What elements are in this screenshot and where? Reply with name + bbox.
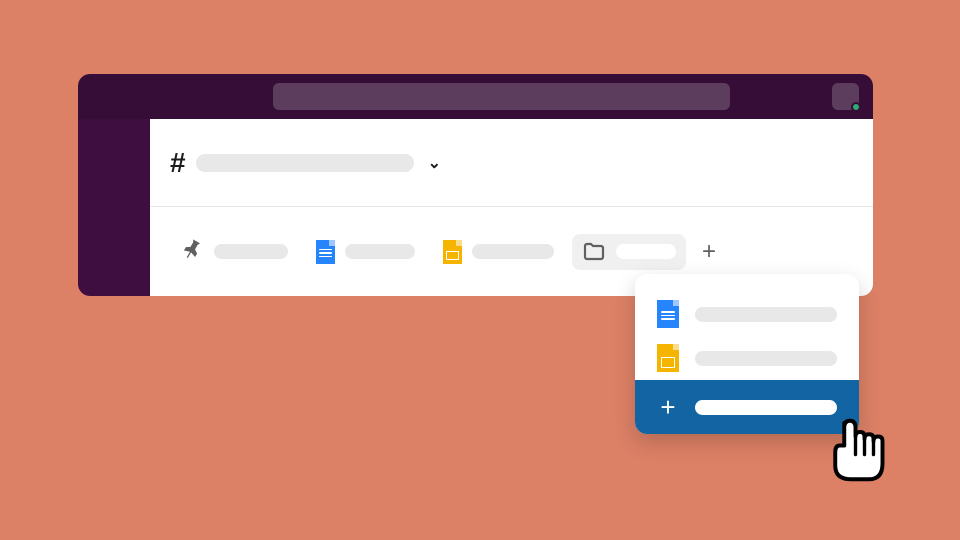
channel-header[interactable]: # ⌄ [150, 119, 873, 207]
bookmark-pinned[interactable] [172, 232, 298, 271]
dropdown-item-label [695, 351, 837, 366]
top-bar [78, 74, 873, 119]
add-bookmark-button[interactable]: + [694, 238, 724, 266]
bookmark-doc-blue[interactable] [306, 234, 425, 270]
app-window: # ⌄ [78, 74, 873, 296]
bookmark-folder[interactable] [572, 234, 686, 270]
pin-icon [182, 238, 204, 265]
dropdown-item-doc-blue[interactable] [635, 292, 859, 336]
bookmark-label [616, 244, 676, 259]
folder-icon [582, 240, 606, 264]
presence-indicator-icon [851, 102, 861, 112]
dropdown-item-doc-yellow[interactable] [635, 336, 859, 380]
folder-dropdown: + [635, 274, 859, 434]
search-input[interactable] [273, 83, 730, 110]
dropdown-add-label [695, 400, 837, 415]
doc-yellow-icon [657, 344, 679, 372]
doc-blue-icon [316, 240, 335, 264]
doc-blue-icon [657, 300, 679, 328]
bookmark-label [214, 244, 288, 259]
bookmark-doc-yellow[interactable] [433, 234, 564, 270]
doc-yellow-icon [443, 240, 462, 264]
sidebar [78, 119, 150, 296]
plus-icon: + [657, 394, 679, 420]
main-content: # ⌄ [150, 119, 873, 296]
dropdown-item-label [695, 307, 837, 322]
channel-name [196, 154, 414, 172]
bookmark-label [472, 244, 554, 259]
chevron-down-icon: ⌄ [428, 153, 441, 173]
hash-icon: # [170, 147, 186, 179]
dropdown-add-item[interactable]: + [635, 380, 859, 434]
user-avatar[interactable] [832, 83, 859, 110]
bookmark-label [345, 244, 415, 259]
